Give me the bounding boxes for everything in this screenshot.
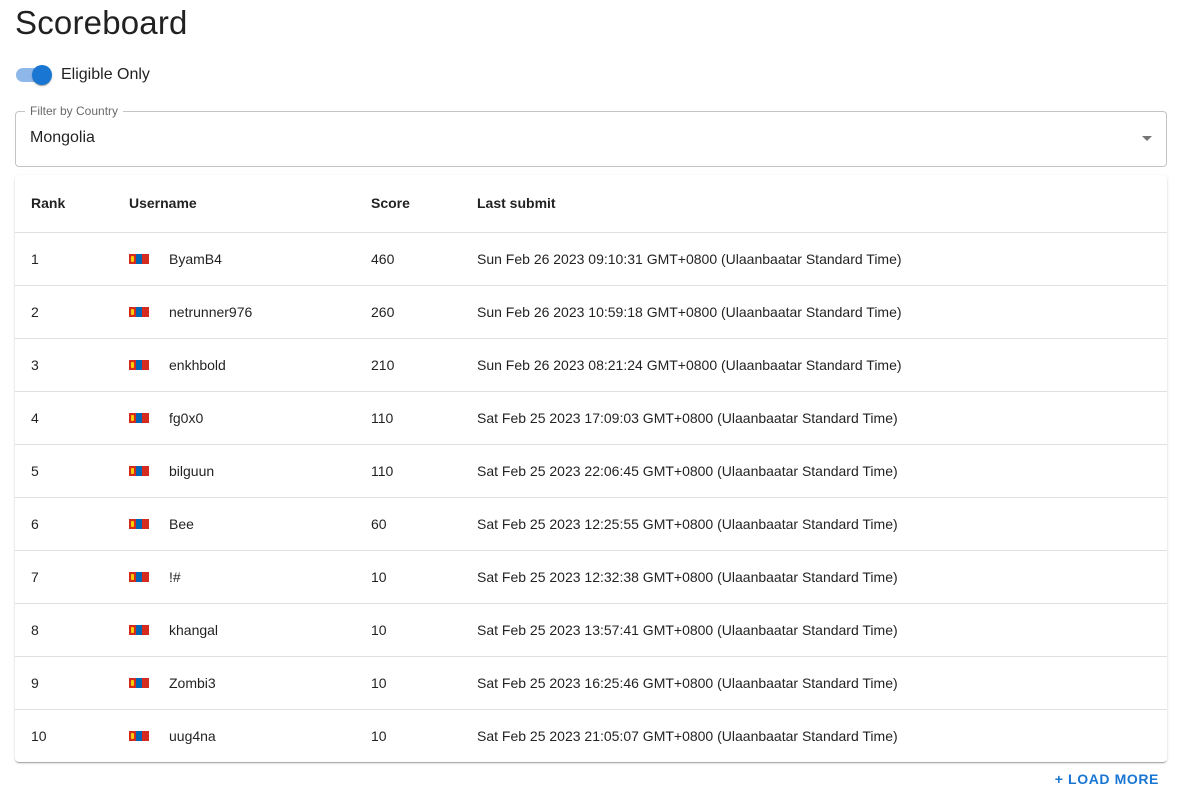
score-cell: 10	[355, 656, 461, 710]
last-submit-cell: Sun Feb 26 2023 08:21:24 GMT+0800 (Ulaan…	[461, 338, 1167, 392]
table-row: 6 Bee 60 Sat Feb 25 2023 12:25:55 GMT+0800 …	[15, 497, 1167, 551]
country-filter-select[interactable]: Filter by Country Mongolia	[15, 104, 1167, 167]
rank-cell: 1	[15, 232, 113, 286]
username-text[interactable]: enkhbold	[169, 357, 226, 373]
mongolia-flag-icon	[129, 253, 150, 264]
rank-cell: 4	[15, 391, 113, 445]
scoreboard-page: Scoreboard Eligible Only Filter by Count…	[0, 0, 1187, 794]
username-cell: bilguun	[113, 444, 355, 498]
table-row: 1 ByamB4 460 Sun Feb 26 2023 09:10:31 GMT+0…	[15, 232, 1167, 286]
table-row: 2 netrunner976 260 Sun Feb 26 2023 10:59:18…	[15, 285, 1167, 339]
table-row: 10 uug4na 10 Sat Feb 25 2023 21:05:07 GMT+0…	[15, 709, 1167, 762]
username-text[interactable]: fg0x0	[169, 410, 203, 426]
username-text[interactable]: !#	[169, 569, 181, 585]
eligible-only-switch[interactable]	[15, 63, 53, 87]
scoreboard-table: Rank Username Score Last submit 1 ByamB4 4…	[15, 175, 1167, 762]
username-cell: enkhbold	[113, 338, 355, 392]
username-cell: ByamB4	[113, 232, 355, 286]
username-text[interactable]: bilguun	[169, 463, 214, 479]
load-more-button[interactable]: + LOAD MORE	[1055, 771, 1159, 787]
scoreboard-table-card: Rank Username Score Last submit 1 ByamB4 4…	[15, 175, 1167, 762]
table-row: 7 !# 10 Sat Feb 25 2023 12:32:38 GMT+0800 (…	[15, 550, 1167, 604]
username-cell: uug4na	[113, 709, 355, 762]
score-cell: 10	[371, 727, 387, 744]
username-cell: netrunner976	[113, 285, 355, 339]
last-submit-cell: Sat Feb 25 2023 16:25:46 GMT+0800 (Ulaan…	[461, 656, 1167, 710]
eligible-only-label[interactable]: Eligible Only	[61, 66, 150, 84]
score-cell: 60	[355, 497, 461, 551]
score-cell: 260	[355, 285, 461, 339]
username-text[interactable]: uug4na	[169, 728, 216, 744]
username-text[interactable]: ByamB4	[169, 251, 222, 267]
rank-cell: 8	[15, 603, 113, 657]
table-row: 8 khangal 10 Sat Feb 25 2023 13:57:41 GMT+0…	[15, 603, 1167, 657]
mongolia-flag-icon	[129, 465, 150, 476]
last-submit-cell: Sat Feb 25 2023 21:05:07 GMT+0800 (Ulaan…	[477, 727, 898, 744]
last-submit-cell: Sat Feb 25 2023 17:09:03 GMT+0800 (Ulaan…	[461, 391, 1167, 445]
score-cell: 460	[355, 232, 461, 286]
last-submit-cell: Sat Feb 25 2023 22:06:45 GMT+0800 (Ulaan…	[461, 444, 1167, 498]
table-row: 3 enkhbold 210 Sun Feb 26 2023 08:21:24 GMT…	[15, 338, 1167, 392]
header-last-submit[interactable]: Last submit	[461, 175, 1167, 233]
country-filter-label: Filter by Country	[25, 104, 124, 118]
dropdown-arrow-icon[interactable]	[1142, 136, 1152, 141]
username-cell: khangal	[113, 603, 355, 657]
username-text[interactable]: Zombi3	[169, 675, 216, 691]
last-submit-cell: Sat Feb 25 2023 12:25:55 GMT+0800 (Ulaan…	[461, 497, 1167, 551]
username-cell: !#	[113, 550, 355, 604]
username-text[interactable]: Bee	[169, 516, 194, 532]
score-cell: 110	[355, 391, 461, 445]
rank-cell: 7	[15, 550, 113, 604]
rank-cell: 2	[15, 285, 113, 339]
username-cell: Bee	[113, 497, 355, 551]
last-submit-cell: Sat Feb 25 2023 12:32:38 GMT+0800 (Ulaan…	[461, 550, 1167, 604]
header-username[interactable]: Username	[113, 175, 355, 233]
username-text[interactable]: khangal	[169, 622, 218, 638]
score-cell: 210	[355, 338, 461, 392]
eligible-only-toggle-row: Eligible Only	[15, 63, 150, 87]
last-submit-cell: Sat Feb 25 2023 13:57:41 GMT+0800 (Ulaan…	[461, 603, 1167, 657]
rank-cell: 6	[15, 497, 113, 551]
last-submit-cell: Sun Feb 26 2023 10:59:18 GMT+0800 (Ulaan…	[461, 285, 1167, 339]
username-cell: fg0x0	[113, 391, 355, 445]
username-cell: Zombi3	[113, 656, 355, 710]
rank-cell: 9	[15, 656, 113, 710]
mongolia-flag-icon	[129, 624, 150, 635]
table-row: 9 Zombi3 10 Sat Feb 25 2023 16:25:46 GMT+08…	[15, 656, 1167, 710]
mongolia-flag-icon	[129, 571, 150, 582]
score-cell: 10	[355, 603, 461, 657]
page-title: Scoreboard	[15, 4, 188, 41]
rank-cell: 10	[31, 727, 47, 744]
last-submit-cell: Sun Feb 26 2023 09:10:31 GMT+0800 (Ulaan…	[461, 232, 1167, 286]
username-text[interactable]: netrunner976	[169, 304, 252, 320]
table-header-row: Rank Username Score Last submit	[15, 175, 1167, 233]
mongolia-flag-icon	[129, 359, 150, 370]
score-cell: 110	[355, 444, 461, 498]
mongolia-flag-icon	[129, 306, 150, 317]
mongolia-flag-icon	[129, 412, 150, 423]
mongolia-flag-icon	[129, 677, 150, 688]
mongolia-flag-icon	[129, 730, 150, 741]
rank-cell: 3	[15, 338, 113, 392]
table-row: 4 fg0x0 110 Sat Feb 25 2023 17:09:03 GMT+08…	[15, 391, 1167, 445]
score-cell: 10	[355, 550, 461, 604]
switch-thumb[interactable]	[32, 65, 52, 85]
header-score[interactable]: Score	[355, 175, 461, 233]
mongolia-flag-icon	[129, 518, 150, 529]
table-row: 5 bilguun 110 Sat Feb 25 2023 22:06:45 GMT+…	[15, 444, 1167, 498]
rank-cell: 5	[15, 444, 113, 498]
header-rank[interactable]: Rank	[15, 175, 113, 233]
country-filter-value: Mongolia	[30, 129, 95, 146]
